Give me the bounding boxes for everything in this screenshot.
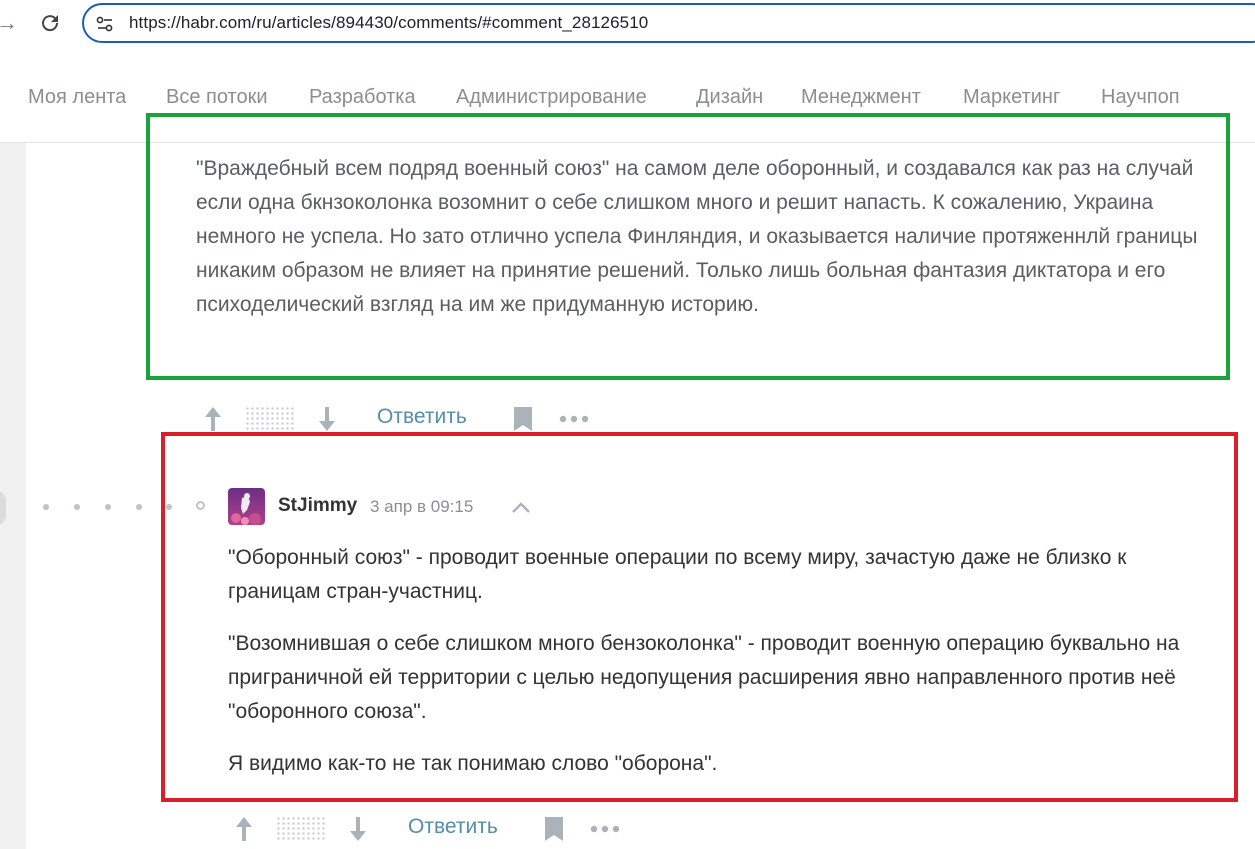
more-dots-icon[interactable]: [589, 812, 621, 846]
nav-item-management[interactable]: Менеджмент: [801, 86, 921, 109]
highlight-box-parent: [146, 113, 1230, 380]
bookmark-icon[interactable]: [513, 402, 533, 436]
thread-toggle[interactable]: [0, 490, 6, 526]
url-text[interactable]: https://habr.com/ru/articles/894430/comm…: [129, 13, 648, 33]
nav-item-popsci[interactable]: Научпоп: [1101, 86, 1180, 109]
bookmark-icon[interactable]: [544, 812, 564, 846]
forward-arrow-icon[interactable]: →: [0, 8, 18, 38]
nav-item-marketing[interactable]: Маркетинг: [963, 86, 1060, 109]
site-settings-icon[interactable]: [95, 14, 115, 34]
more-dots-icon[interactable]: [558, 402, 590, 436]
nav-item-all-streams[interactable]: Все потоки: [166, 86, 268, 109]
vote-score: [245, 406, 295, 432]
reply-link[interactable]: Ответить: [377, 405, 467, 429]
reload-icon[interactable]: [38, 11, 62, 35]
nav-item-development[interactable]: Разработка: [309, 86, 416, 109]
arrow-up-icon[interactable]: [204, 402, 222, 436]
arrow-up-icon[interactable]: [235, 812, 253, 846]
parent-comment-actions: Ответить: [200, 402, 600, 436]
reply-link[interactable]: Ответить: [408, 815, 498, 839]
nav-item-my-feed[interactable]: Моя лента: [28, 86, 126, 109]
nav-item-administration[interactable]: Администрирование: [456, 86, 647, 109]
arrow-down-icon[interactable]: [318, 402, 336, 436]
highlight-box-reply: [161, 432, 1238, 802]
reply-comment-actions: Ответить: [231, 812, 631, 846]
nav-item-design[interactable]: Дизайн: [696, 86, 763, 109]
vote-score: [276, 816, 326, 842]
browser-toolbar: → https://habr.com/ru/articles/894430/co…: [0, 0, 1255, 52]
arrow-down-icon[interactable]: [349, 812, 367, 846]
address-bar[interactable]: https://habr.com/ru/articles/894430/comm…: [82, 3, 1255, 43]
